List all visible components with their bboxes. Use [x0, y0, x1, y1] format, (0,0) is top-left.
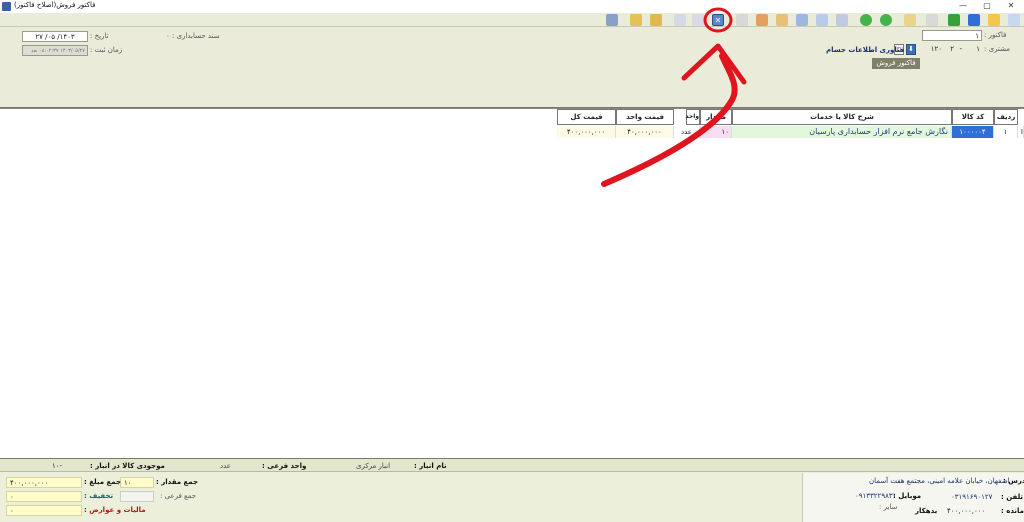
list-icon[interactable]	[816, 14, 828, 26]
col-header-code[interactable]: کد کالا	[952, 109, 994, 125]
address-value: اصفهان، خیابان علامه امینی، مجتمع هفت آس…	[869, 477, 1010, 485]
grid-icon[interactable]	[796, 14, 808, 26]
sum-amount-field: ۴۰۰,۰۰۰,۰۰۰	[6, 477, 82, 488]
sum-quantity-field: ۱۰	[120, 477, 154, 488]
stock-label: موجودی کالا در انبار :	[90, 462, 165, 470]
table-cell-description[interactable]: نگارش جامع نرم افزار حسابداری پارسیان	[732, 126, 952, 138]
time-label: زمان ثبت :	[90, 46, 123, 54]
paste-icon[interactable]	[904, 14, 916, 26]
customer-address-panel: آدرس : اصفهان، خیابان علامه امینی، مجتمع…	[802, 473, 1024, 522]
subunit-label: واحد فرعی :	[262, 462, 307, 470]
footer-info-strip: نام انبار : انبار مرکزی واحد فرعی : عدد …	[0, 459, 1024, 472]
maximize-button[interactable]: ▢	[976, 0, 998, 12]
doc-number-label: سند حسابداری : ۰	[166, 32, 220, 40]
col-header-unit[interactable]: واحد	[685, 109, 700, 125]
col-header-row[interactable]: ردیف	[994, 109, 1018, 125]
window-title: فاکتور فروش(اصلاح فاکتور)	[14, 1, 96, 9]
delete-icon[interactable]	[692, 14, 704, 26]
new-icon[interactable]	[1008, 14, 1020, 26]
discount-field[interactable]: ۰	[6, 491, 82, 502]
sum-sub-label: جمع فرعی :	[160, 492, 197, 500]
stock-value: -۱۰	[52, 462, 63, 470]
time-field: ۱۴۰۳/۰۵/۲۷ ۰۸:۰۲:۳۷ بعد	[22, 45, 88, 56]
save-all-icon[interactable]	[948, 14, 960, 26]
refresh-icon[interactable]	[836, 14, 848, 26]
customer-download-button[interactable]: ⬇	[906, 44, 916, 55]
title-bar: فاکتور فروش(اصلاح فاکتور) — ▢ ✕	[0, 0, 1024, 13]
balance-label: مانده :	[1001, 507, 1024, 515]
customer-code-field[interactable]: ۱	[964, 44, 982, 55]
table-row-number[interactable]: ۱	[994, 126, 1018, 138]
upload-icon[interactable]	[674, 14, 686, 26]
cancel-icon[interactable]: ✕	[712, 14, 724, 26]
col-header-unit-price[interactable]: فیمت واحد	[616, 109, 674, 125]
other-label: سایر :	[879, 503, 898, 511]
phone-value: ۰۳۱۹۱۶۹۰۱۲۷	[951, 493, 993, 501]
warehouse-label: نام انبار :	[414, 462, 447, 470]
col-header-total[interactable]: فیمت کل	[557, 109, 616, 125]
customer-name[interactable]: فناوری اطلاعات حسام	[826, 46, 904, 54]
subunit-value: عدد	[220, 462, 231, 470]
mobile-value: ۰۹۱۳۳۲۲۹۸۳۱	[855, 492, 897, 500]
table-cell-code[interactable]: ۱۰۰۰۰۰۴	[952, 126, 994, 138]
table-cell-unit[interactable]: عدد	[674, 126, 700, 138]
export-icon[interactable]	[630, 14, 642, 26]
print-preview-icon[interactable]	[736, 14, 748, 26]
invoice-label: فاکتور :	[984, 31, 1007, 39]
edit-icon[interactable]	[988, 14, 1000, 26]
invoice-header-panel: فاکتور : ۱ فاکتور فروش مشتری : ۱ - ۲ ۱۲۰…	[0, 27, 1024, 108]
sum-sub-field	[120, 491, 154, 502]
invoice-footer: نام انبار : انبار مرکزی واحد فرعی : عدد …	[0, 458, 1024, 522]
print-icon[interactable]	[756, 14, 768, 26]
invoice-number-field[interactable]: ۱	[922, 30, 982, 41]
phone-label: تلفن :	[1001, 493, 1024, 501]
balance-value: ۴۰۰,۰۰۰,۰۰۰	[947, 507, 986, 515]
save-icon[interactable]	[968, 14, 980, 26]
minimize-button[interactable]: —	[952, 0, 974, 12]
sum-quantity-label: جمع مقدار :	[156, 478, 199, 486]
items-grid: ردیف کد کالا شرح کالا یا خدمات واحد مقدا…	[0, 108, 1024, 458]
row-marker: I	[1018, 126, 1024, 138]
customer-label: مشتری :	[984, 45, 1011, 53]
download-icon[interactable]	[650, 14, 662, 26]
tax-field[interactable]: ۰	[6, 505, 82, 516]
date-field[interactable]: ۱۴۰۳/ ۰۵/ ۲۷	[22, 31, 88, 42]
col-header-quantity[interactable]: مقدار	[700, 109, 732, 125]
filter-icon[interactable]	[776, 14, 788, 26]
col-header-description[interactable]: شرح کالا یا خدمات	[732, 109, 952, 125]
toolbar: ✕	[0, 13, 1024, 27]
table-cell-unit-price[interactable]: ۴۰,۰۰۰,۰۰۰	[616, 126, 674, 138]
mobile-label: موبایل :	[893, 492, 922, 500]
discount-label: تخفیف :	[84, 492, 114, 500]
close-button[interactable]: ✕	[1000, 0, 1022, 12]
invoice-tooltip: فاکتور فروش	[872, 58, 920, 69]
customer-subcode-field[interactable]: ۱۲۰	[924, 44, 944, 55]
forward-icon[interactable]	[880, 14, 892, 26]
app-logo-icon	[2, 2, 11, 11]
customer-number-field[interactable]: ۲	[944, 44, 956, 55]
table-cell-total[interactable]: ۴۰۰,۰۰۰,۰۰۰	[557, 126, 616, 138]
sum-amount-label: جمع مبلغ :	[84, 478, 122, 486]
back-icon[interactable]	[860, 14, 872, 26]
date-label: تاریخ :	[90, 32, 109, 40]
warehouse-value: انبار مرکزی	[356, 462, 391, 470]
table-cell-quantity[interactable]: ۱۰	[700, 126, 732, 138]
copy-icon[interactable]	[926, 14, 938, 26]
balance-status: بدهکار	[915, 507, 938, 515]
tax-label: مالیات و عوارض :	[84, 506, 146, 514]
import-icon[interactable]	[606, 14, 618, 26]
